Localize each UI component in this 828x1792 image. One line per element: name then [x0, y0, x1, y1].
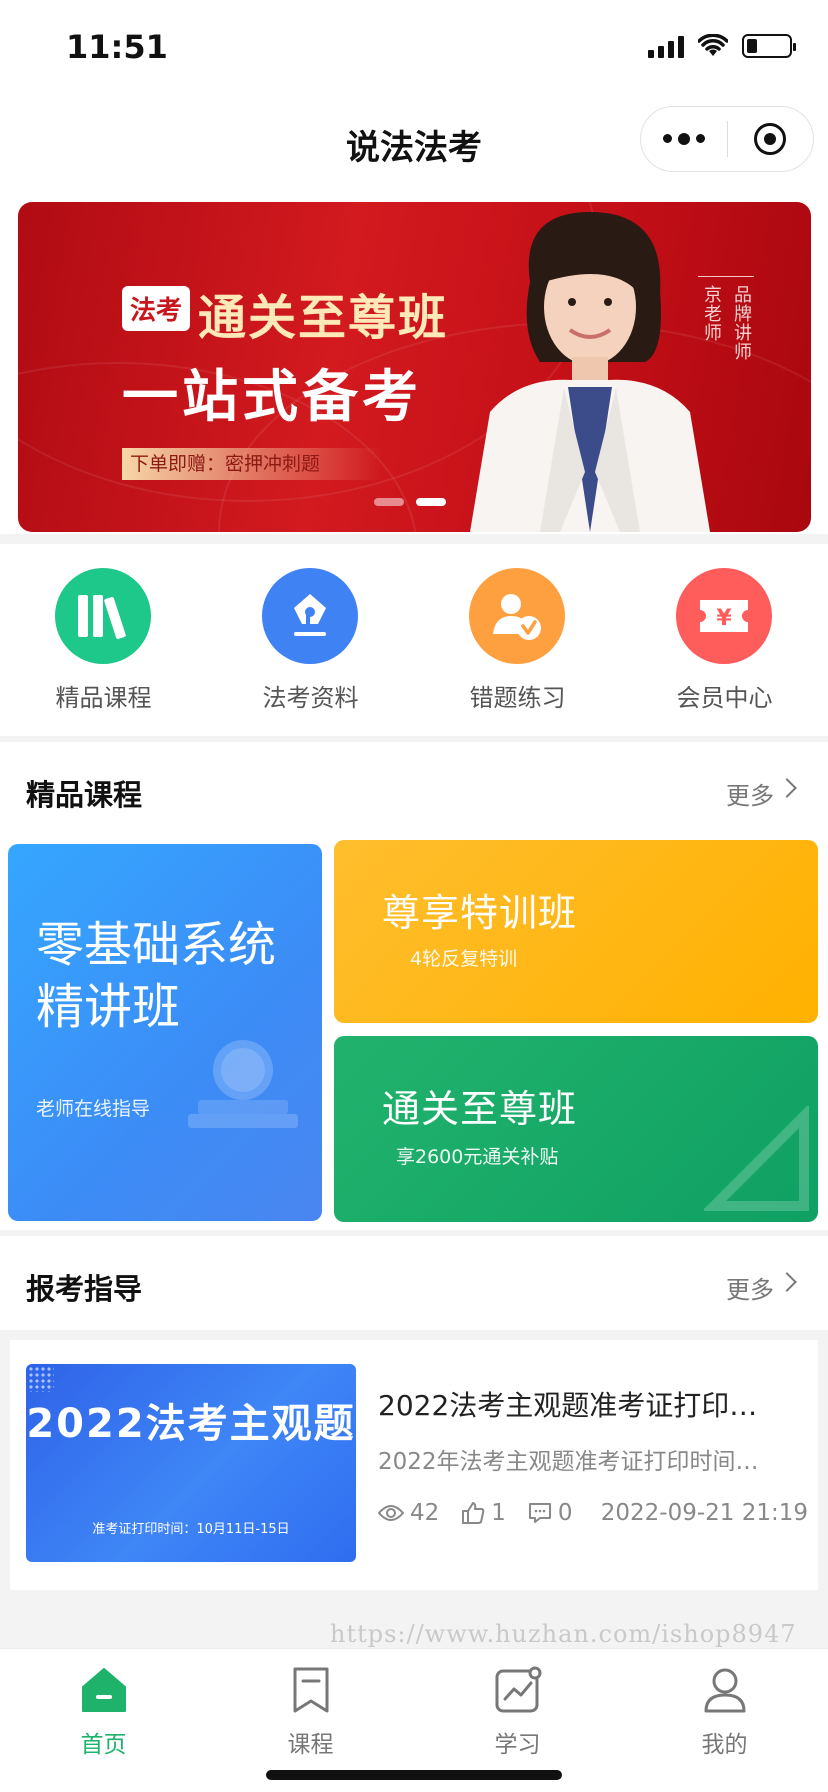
eye-icon	[378, 1505, 404, 1521]
course-cards: 零基础系统精讲班 老师在线指导 尊享特训班 4轮反复特训 通关至尊班 享2600…	[0, 838, 828, 1230]
close-miniprogram-button[interactable]	[728, 123, 814, 155]
miniprogram-capsule	[640, 106, 814, 172]
views-stat: 42	[378, 1500, 439, 1526]
quick-item-membership[interactable]: ¥ 会员中心	[621, 544, 828, 736]
chevron-right-icon	[777, 1272, 797, 1292]
courses-section-header: 精品课程 更多	[0, 742, 828, 838]
battery-icon	[742, 34, 796, 58]
quick-item-label: 法考资料	[262, 684, 359, 712]
article-meta: 42 1 0 2022-09-21 21:19	[378, 1500, 808, 1526]
course-card-basic[interactable]: 零基础系统精讲班 老师在线指导	[8, 844, 322, 1221]
tab-home[interactable]: 首页	[0, 1649, 207, 1792]
course-card-premium[interactable]: 尊享特训班 4轮反复特训	[334, 840, 818, 1023]
user-check-icon	[469, 568, 565, 664]
article-description: 2022年法考主观题准考证打印时间…	[378, 1449, 759, 1475]
likes-stat[interactable]: 1	[461, 1500, 506, 1526]
status-icons	[648, 34, 796, 58]
carousel-indicator	[374, 498, 446, 506]
course-subtitle: 4轮反复特训	[410, 948, 518, 970]
wifi-icon	[698, 34, 728, 56]
svg-text:¥: ¥	[716, 606, 732, 631]
thumbnail-subtitle: 准考证打印时间：10月11日-15日	[92, 1522, 290, 1537]
banner-title: 通关至尊班	[198, 290, 449, 346]
ruler-illustration	[704, 1106, 809, 1211]
more-link[interactable]: 更多	[726, 1270, 774, 1305]
tab-profile[interactable]: 我的	[621, 1649, 828, 1792]
bookmark-icon	[293, 1667, 329, 1713]
article-date: 2022-09-21 21:19	[600, 1500, 808, 1526]
banner-tag: 法考	[122, 286, 191, 331]
comments-stat[interactable]: 0	[528, 1500, 573, 1526]
article-item[interactable]: 2022法考主观题 准考证打印时间：10月11日-15日 2022法考主观题准考…	[10, 1340, 818, 1590]
course-subtitle: 老师在线指导	[36, 1098, 151, 1120]
quick-item-label: 会员中心	[676, 684, 773, 712]
more-options-button[interactable]	[641, 132, 727, 145]
clock-illustration	[188, 1040, 298, 1128]
comment-icon	[528, 1503, 551, 1523]
banner-gift: 下单即赠：密押冲刺题	[122, 448, 382, 480]
quick-item-label: 错题练习	[469, 684, 566, 712]
nav-bar: 说法法考	[0, 100, 828, 200]
home-icon	[82, 1668, 126, 1712]
target-icon	[754, 123, 787, 155]
course-title: 零基础系统精讲班	[36, 917, 277, 1035]
article-thumbnail: 2022法考主观题 准考证打印时间：10月11日-15日	[26, 1364, 356, 1562]
tab-label: 学习	[494, 1732, 541, 1758]
carousel-dot[interactable]	[374, 498, 404, 506]
course-title: 通关至尊班	[382, 1087, 578, 1131]
status-time: 11:51	[66, 28, 168, 66]
guide-section-header: 报考指导 更多	[0, 1236, 828, 1330]
status-bar: 11:51	[0, 0, 828, 100]
chart-icon	[495, 1666, 542, 1713]
course-title: 尊享特训班	[382, 891, 578, 935]
yuan-ticket-icon: ¥	[676, 568, 772, 664]
section-title: 报考指导	[26, 1272, 143, 1306]
watermark: https://www.huzhan.com/ishop8947	[330, 1620, 797, 1648]
thumbnail-title: 2022法考主观题	[26, 1401, 356, 1447]
home-indicator	[266, 1770, 562, 1780]
pen-nib-icon	[262, 568, 358, 664]
quick-item-courses[interactable]: 精品课程	[0, 544, 207, 736]
quick-item-mistakes[interactable]: 错题练习	[414, 544, 621, 736]
books-icon	[55, 568, 151, 664]
teacher-photo	[470, 212, 710, 532]
carousel-dot-active[interactable]	[416, 498, 446, 506]
more-link[interactable]: 更多	[726, 776, 774, 811]
banner-side-text: 品牌讲师 京老师	[698, 276, 754, 361]
banner-subtitle: 一站式备考	[122, 365, 422, 430]
tab-label: 课程	[287, 1732, 334, 1758]
tab-label: 我的	[701, 1732, 748, 1758]
banner-section: 法考 通关至尊班 一站式备考 下单即赠：密押冲刺题 品牌讲师 京老师	[0, 200, 828, 534]
user-icon	[704, 1668, 746, 1713]
signal-icon	[648, 34, 684, 58]
quick-item-label: 精品课程	[55, 684, 152, 712]
tab-label: 首页	[80, 1732, 127, 1758]
article-title: 2022法考主观题准考证打印…	[378, 1389, 758, 1422]
thumbs-up-icon	[462, 1502, 485, 1524]
quick-item-materials[interactable]: 法考资料	[207, 544, 414, 736]
course-card-supreme[interactable]: 通关至尊班 享2600元通关补贴	[334, 1036, 818, 1222]
quick-menu: 精品课程 法考资料 错题练习 ¥ 会员中心	[0, 544, 828, 736]
course-subtitle: 享2600元通关补贴	[396, 1146, 559, 1168]
chevron-right-icon	[777, 778, 797, 798]
promo-banner[interactable]: 法考 通关至尊班 一站式备考 下单即赠：密押冲刺题 品牌讲师 京老师	[18, 202, 811, 532]
section-title: 精品课程	[26, 778, 143, 812]
